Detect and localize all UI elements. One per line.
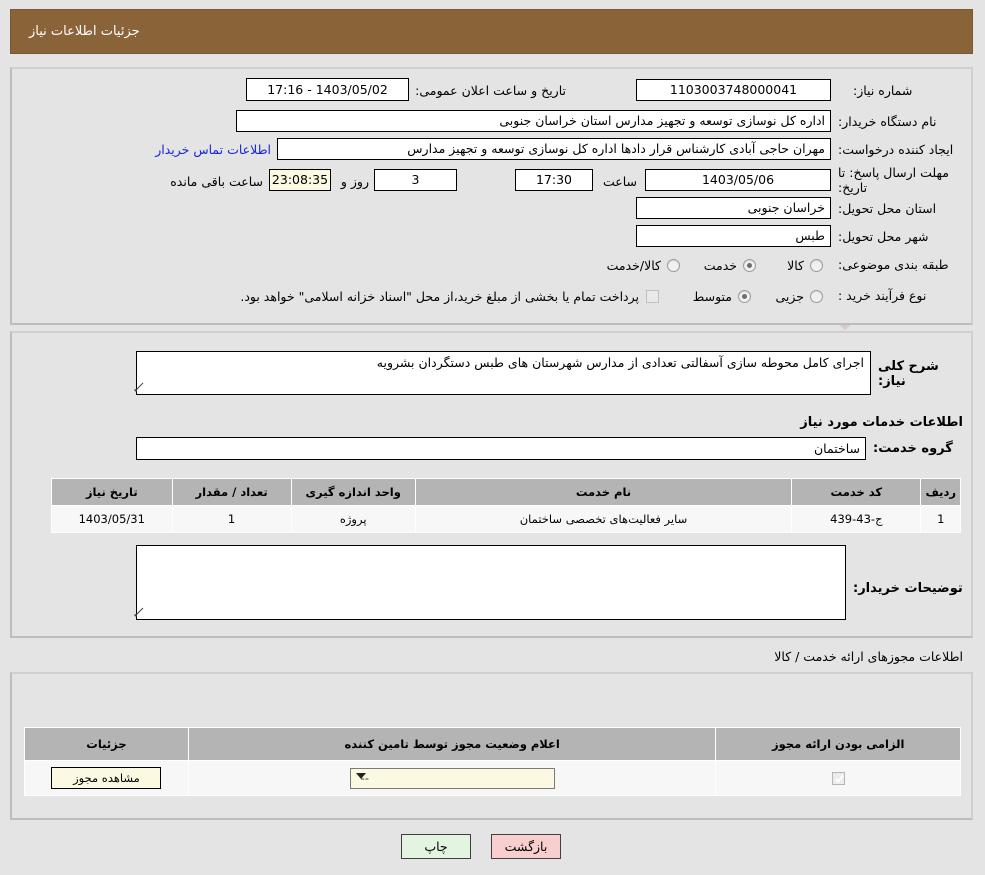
page-root: AriaTender.net جزئیات اطلاعات نیاز شماره… bbox=[0, 0, 985, 875]
permit-required-checkbox bbox=[831, 772, 845, 785]
description-textarea[interactable]: اجرای کامل محوطه سازی آسفالتی تعدادی از … bbox=[136, 351, 871, 395]
permits-section-title: اطلاعات مجوزهای ارائه خدمت / کالا bbox=[774, 649, 963, 664]
permits-panel: الزامی بودن ارائه مجوز اعلام وضعیت مجوز … bbox=[10, 672, 973, 820]
description-label: شرح کلی نیاز: bbox=[878, 359, 939, 389]
hour-label: ساعت bbox=[602, 174, 637, 189]
table-row: -- مشاهده مجوز bbox=[24, 760, 961, 796]
announce-datetime-field[interactable]: 1403/05/02 - 17:16 bbox=[246, 78, 409, 101]
service-group-label: گروه خدمت: bbox=[873, 441, 953, 456]
radio-category-goods[interactable] bbox=[810, 259, 823, 272]
buyer-org-label: نام دستگاه خریدار: bbox=[838, 114, 937, 129]
permits-table-header-row: الزامی بودن ارائه مجوز اعلام وضعیت مجوز … bbox=[24, 727, 961, 761]
col-service-code: کد خدمت bbox=[791, 478, 922, 506]
checkbox-treasury-payment[interactable] bbox=[646, 290, 659, 303]
radio-process-minor[interactable] bbox=[810, 290, 823, 303]
col-permit-status: اعلام وضعیت مجوز توسط تامین کننده bbox=[187, 727, 717, 761]
description-resize-handle[interactable] bbox=[134, 382, 144, 392]
view-permit-button[interactable]: مشاهده مجوز bbox=[51, 767, 162, 789]
buyer-org-field[interactable]: اداره کل نوسازی توسعه و تجهیز مدارس استا… bbox=[236, 110, 831, 132]
radio-category-service-label: خدمت bbox=[703, 258, 737, 273]
description-services-panel: شرح کلی نیاز: اجرای کامل محوطه سازی آسفا… bbox=[10, 331, 973, 638]
cell-service-code: ج-43-439 bbox=[791, 505, 922, 533]
announce-datetime-label: تاریخ و ساعت اعلان عمومی: bbox=[415, 83, 566, 98]
cell-unit: پروژه bbox=[290, 505, 416, 533]
province-field[interactable]: خراسان جنوبی bbox=[636, 197, 831, 219]
permits-table: الزامی بودن ارائه مجوز اعلام وضعیت مجوز … bbox=[24, 727, 961, 796]
cell-permit-status: -- bbox=[187, 760, 717, 796]
city-label: شهر محل تحویل: bbox=[838, 229, 929, 244]
remaining-hours-label: ساعت باقی مانده bbox=[170, 174, 263, 189]
category-label: طبقه بندی موضوعی: bbox=[838, 257, 949, 272]
buyer-contact-link[interactable]: اطلاعات تماس خریدار bbox=[155, 142, 271, 157]
cell-permit-required bbox=[715, 760, 961, 796]
service-group-field[interactable]: ساختمان bbox=[136, 437, 866, 460]
table-row: 1 ج-43-439 سایر فعالیت‌های تخصصی ساختمان… bbox=[51, 505, 961, 533]
col-need-date: تاریخ نیاز bbox=[51, 478, 173, 506]
col-permit-required: الزامی بودن ارائه مجوز bbox=[715, 727, 961, 761]
deadline-date-field[interactable]: 1403/05/06 bbox=[645, 169, 831, 191]
creator-field[interactable]: مهران حاجی آبادی کارشناس قرار دادها ادار… bbox=[277, 138, 831, 160]
buyer-notes-textarea[interactable] bbox=[136, 545, 846, 620]
radio-category-goods-service-label: کالا/خدمت bbox=[606, 258, 661, 273]
creator-label: ایجاد کننده درخواست: bbox=[838, 142, 954, 157]
deadline-label: مهلت ارسال پاسخ: تا تاریخ: bbox=[838, 165, 949, 195]
buyer-notes-label: توضیحات خریدار: bbox=[853, 581, 963, 596]
cell-quantity: 1 bbox=[171, 505, 292, 533]
permit-status-select[interactable]: -- bbox=[349, 767, 555, 789]
need-info-panel: شماره نیاز: 1103003748000041 تاریخ و ساع… bbox=[10, 67, 973, 325]
check-icon bbox=[834, 774, 844, 783]
col-unit: واحد اندازه گیری bbox=[290, 478, 416, 506]
buyer-notes-resize-handle[interactable] bbox=[134, 607, 144, 617]
col-service-name: نام خدمت bbox=[414, 478, 793, 506]
radio-process-medium-label: متوسط bbox=[692, 289, 732, 304]
cell-need-date: 1403/05/31 bbox=[51, 505, 173, 533]
radio-category-service[interactable] bbox=[743, 259, 756, 272]
permit-status-value: -- bbox=[360, 771, 369, 785]
need-number-label: شماره نیاز: bbox=[853, 83, 913, 98]
radio-process-minor-label: جزیی bbox=[775, 289, 804, 304]
services-table: ردیف کد خدمت نام خدمت واحد اندازه گیری ت… bbox=[51, 478, 961, 533]
days-label: روز و bbox=[340, 174, 369, 189]
radio-category-goods-label: کالا bbox=[787, 258, 804, 273]
deadline-time-field[interactable]: 17:30 bbox=[515, 169, 593, 191]
treasury-payment-note: پرداخت تمام یا بخشی از مبلغ خرید،از محل … bbox=[240, 289, 639, 304]
back-button[interactable]: بازگشت bbox=[491, 834, 561, 859]
page-title-banner: جزئیات اطلاعات نیاز bbox=[10, 9, 973, 54]
print-button[interactable]: چاپ bbox=[401, 834, 471, 859]
need-number-field[interactable]: 1103003748000041 bbox=[636, 79, 831, 101]
radio-process-medium[interactable] bbox=[738, 290, 751, 303]
col-permit-details: جزئیات bbox=[24, 727, 189, 761]
cell-service-name: سایر فعالیت‌های تخصصی ساختمان bbox=[414, 505, 793, 533]
col-quantity: تعداد / مقدار bbox=[171, 478, 292, 506]
page-title: جزئیات اطلاعات نیاز bbox=[29, 24, 140, 39]
cell-permit-details: مشاهده مجوز bbox=[24, 760, 189, 796]
col-row-no: ردیف bbox=[920, 478, 961, 506]
cell-row-no: 1 bbox=[920, 505, 961, 533]
remaining-days-field[interactable]: 3 bbox=[374, 169, 457, 191]
services-section-title: اطلاعات خدمات مورد نیاز bbox=[800, 415, 963, 430]
process-type-label: نوع فرآیند خرید : bbox=[838, 288, 927, 303]
radio-category-goods-service[interactable] bbox=[667, 259, 680, 272]
chevron-down-icon bbox=[355, 772, 366, 779]
countdown-field: 23:08:35 bbox=[269, 169, 331, 191]
province-label: استان محل تحویل: bbox=[838, 201, 937, 216]
city-field[interactable]: طبس bbox=[636, 225, 831, 247]
services-table-header-row: ردیف کد خدمت نام خدمت واحد اندازه گیری ت… bbox=[51, 478, 961, 506]
